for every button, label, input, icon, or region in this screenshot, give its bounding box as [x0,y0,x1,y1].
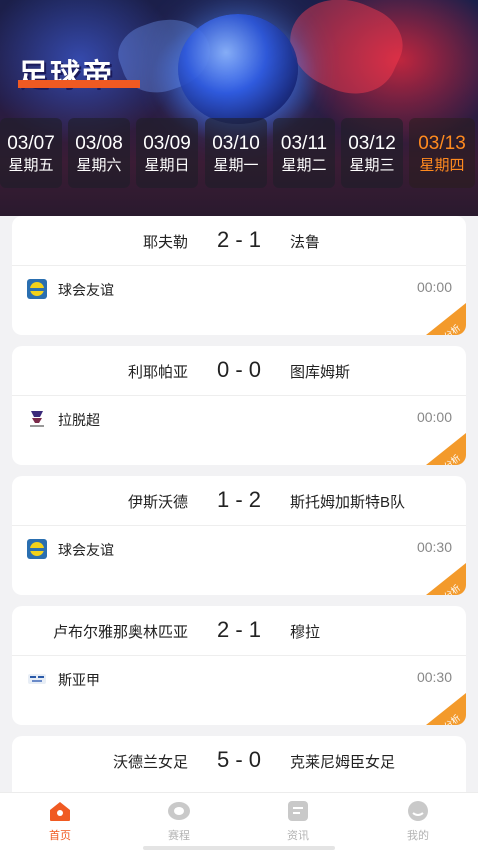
tab-label: 资讯 [287,830,309,842]
weekday-label: 星期六 [76,157,122,174]
match-time: 00:00 [416,409,452,425]
news-icon [288,801,308,821]
match-card[interactable]: 利耶帕亚 0 - 0 图库姆斯 拉脱超 00:00 分析 [12,346,466,465]
weekday-label: 星期三 [349,157,395,174]
analysis-button[interactable]: 分析 [426,563,466,595]
match-card[interactable]: 耶夫勒 2 - 1 法鲁 球会友谊 00:00 分析 [12,216,466,335]
slovenian-league-icon [28,674,46,684]
logo-underline [18,80,140,88]
match-scoreline: 利耶帕亚 0 - 0 图库姆斯 [12,346,466,396]
date-label: 03/09 [143,133,191,154]
tab-label: 我的 [407,830,429,842]
date-tab-0308[interactable]: 03/08 星期六 [68,118,130,188]
home-team: 耶夫勒 [142,234,188,251]
analysis-button[interactable]: 分析 [426,693,466,725]
match-card[interactable]: 沃德兰女足 5 - 0 克莱尼姆臣女足 [12,736,466,792]
away-team: 穆拉 [290,624,321,641]
date-tab-0312[interactable]: 03/12 星期三 [341,118,403,188]
analysis-button[interactable]: 分析 [426,433,466,465]
league-name: 拉脱超 [58,412,100,428]
date-tab-0310[interactable]: 03/10 星期一 [205,118,267,188]
weekday-label: 星期四 [419,157,465,174]
match-scoreline: 耶夫勒 2 - 1 法鲁 [12,216,466,266]
league-name: 球会友谊 [58,282,114,298]
date-label: 03/10 [212,133,260,154]
home-team: 沃德兰女足 [112,754,188,771]
date-tab-0311[interactable]: 03/11 星期二 [273,118,335,188]
match-time: 00:30 [416,539,452,555]
home-team: 利耶帕亚 [127,364,188,381]
date-tab-0313[interactable]: 03/13 星期四 [409,118,475,188]
date-label: 03/08 [75,133,123,154]
profile-icon [408,801,428,821]
match-card[interactable]: 卢布尔雅那奥林匹亚 2 - 1 穆拉 斯亚甲 00:30 分析 [12,606,466,725]
match-scoreline: 沃德兰女足 5 - 0 克莱尼姆臣女足 [12,736,466,786]
score: 0 - 0 [216,357,262,382]
match-scoreline: 伊斯沃德 1 - 2 斯托姆加斯特B队 [12,476,466,526]
score: 2 - 1 [216,617,262,642]
weekday-label: 星期日 [144,157,190,174]
home-team: 伊斯沃德 [127,494,188,511]
home-icon [50,802,70,821]
friendly-badge-icon [27,539,47,559]
date-selector: 03/07 星期五 03/08 星期六 03/09 星期日 03/10 星期一 … [0,118,478,190]
home-team: 卢布尔雅那奥林匹亚 [52,624,188,641]
match-scoreline: 卢布尔雅那奥林匹亚 2 - 1 穆拉 [12,606,466,656]
tab-news[interactable]: 资讯 [258,799,338,843]
match-time: 00:00 [416,279,452,295]
analysis-label: 分析 [442,322,463,335]
tab-label: 赛程 [168,830,190,842]
analysis-label: 分析 [442,582,463,595]
football-illustration [178,14,298,124]
tab-schedule[interactable]: 赛程 [139,799,219,843]
latvian-league-icon [30,411,44,427]
match-card[interactable]: 伊斯沃德 1 - 2 斯托姆加斯特B队 球会友谊 00:30 分析 [12,476,466,595]
weekday-label: 星期二 [281,157,327,174]
tab-profile[interactable]: 我的 [378,799,458,843]
league-name: 斯亚甲 [58,672,100,688]
home-indicator [143,846,335,850]
league-name: 球会友谊 [58,542,114,558]
date-label: 03/13 [418,133,466,154]
away-team: 克莱尼姆臣女足 [290,754,396,771]
match-time: 00:30 [416,669,452,685]
date-label: 03/12 [348,133,396,154]
score: 1 - 2 [216,487,262,512]
date-tab-0307[interactable]: 03/07 星期五 [0,118,62,188]
away-team: 斯托姆加斯特B队 [290,494,406,511]
weekday-label: 星期五 [8,157,54,174]
player-silhouette-right [276,0,414,110]
score: 2 - 1 [216,227,262,252]
bottom-tab-bar: 首页 赛程 资讯 我的 [0,792,478,850]
date-label: 03/11 [280,133,328,154]
away-team: 法鲁 [290,234,321,251]
tab-label: 首页 [49,830,71,842]
date-tab-0309[interactable]: 03/09 星期日 [136,118,198,188]
analysis-label: 分析 [442,712,463,725]
analysis-button[interactable]: 分析 [426,303,466,335]
date-label: 03/07 [7,133,55,154]
schedule-icon [168,802,190,820]
friendly-badge-icon [27,279,47,299]
tab-home[interactable]: 首页 [20,799,100,843]
away-team: 图库姆斯 [290,364,351,381]
analysis-label: 分析 [442,452,463,465]
weekday-label: 星期一 [213,157,259,174]
score: 5 - 0 [216,747,262,772]
hero-banner: 足球帝 03/07 星期五 03/08 星期六 03/09 星期日 03/10 … [0,0,478,216]
